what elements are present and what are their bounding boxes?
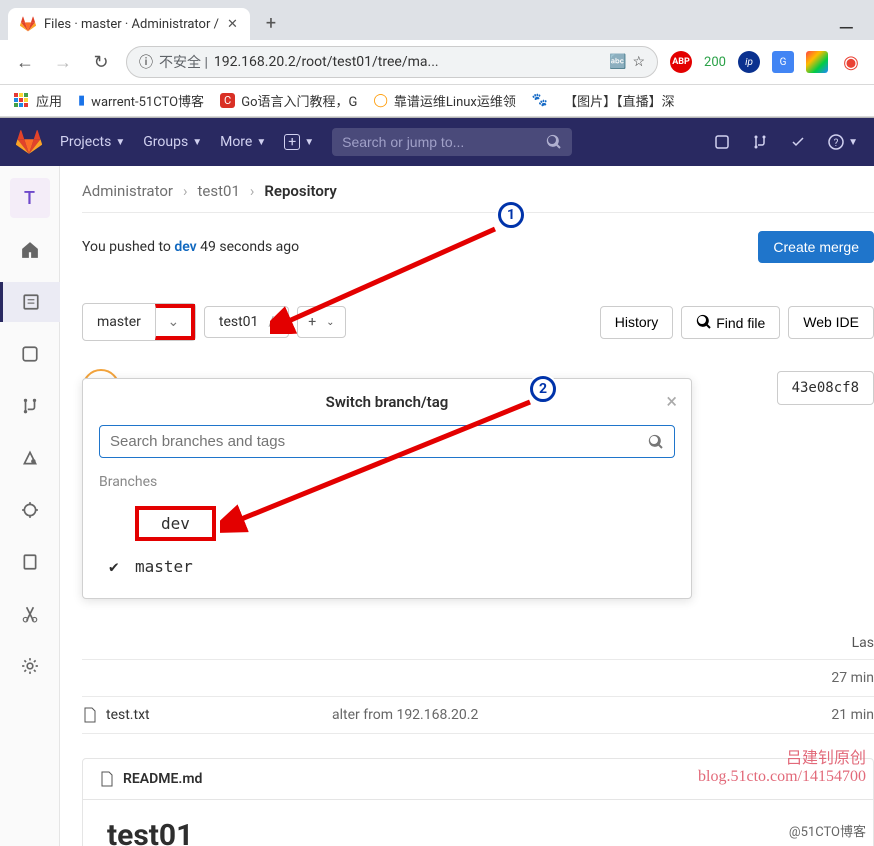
- abp-icon[interactable]: ABP: [670, 51, 692, 73]
- create-merge-button[interactable]: Create merge: [758, 231, 874, 263]
- sidebar-repository[interactable]: [0, 282, 60, 322]
- star-icon[interactable]: ☆: [632, 54, 645, 70]
- forward-button[interactable]: →: [50, 52, 76, 73]
- breadcrumb-admin[interactable]: Administrator: [82, 182, 173, 200]
- browser-chrome: Files · master · Administrator / ✕ + — ←…: [0, 0, 874, 118]
- search-icon: [648, 434, 664, 450]
- find-file-button[interactable]: Find file: [681, 306, 780, 339]
- table-row[interactable]: 27 min: [82, 660, 874, 697]
- bookmarks-bar: 应用 ▮warrent-51CTO博客 CGo语言入门教程，G ◯靠谱运维Lin…: [0, 85, 874, 117]
- sidebar-issues[interactable]: [0, 334, 60, 374]
- minimize-button[interactable]: —: [838, 16, 866, 40]
- status-200: 200: [704, 51, 726, 73]
- readme-title: test01: [107, 818, 849, 846]
- help-dropdown[interactable]: ?▼: [828, 134, 858, 150]
- translate-icon[interactable]: 🔤: [609, 54, 626, 70]
- gitlab-logo[interactable]: [16, 129, 42, 155]
- branch-label: master: [83, 314, 155, 330]
- web-ide-button[interactable]: Web IDE: [788, 306, 874, 339]
- tab-title: Files · master · Administrator /: [44, 17, 219, 32]
- sidebar-ci[interactable]: [0, 438, 60, 478]
- browser-tab[interactable]: Files · master · Administrator / ✕: [8, 8, 250, 40]
- bookmark-linux[interactable]: ◯靠谱运维Linux运维领: [373, 91, 516, 110]
- bookmark-paw[interactable]: 🐾: [532, 93, 548, 108]
- breadcrumb-current: Repository: [264, 182, 336, 200]
- watermark: 吕建钊原创 blog.51cto.com/14154700: [698, 744, 866, 786]
- merge-requests-icon[interactable]: [752, 134, 768, 150]
- nav-new[interactable]: +▼: [284, 134, 314, 150]
- ext-icon[interactable]: [806, 51, 828, 73]
- nav-groups[interactable]: Groups▼: [143, 134, 202, 150]
- sidebar-overview[interactable]: [0, 230, 60, 270]
- arrow-1: [270, 224, 500, 334]
- content-area: Administrator › test01 › Repository You …: [60, 166, 874, 846]
- reload-button[interactable]: ↻: [88, 52, 114, 73]
- sidebar-wiki[interactable]: [0, 542, 60, 582]
- annotation-2: 2: [530, 376, 556, 402]
- commit-hash[interactable]: 43e08cf8: [777, 371, 874, 405]
- info-icon: ⓘ: [139, 52, 153, 72]
- branch-dropdown[interactable]: master ⌄: [82, 303, 196, 341]
- project-avatar[interactable]: T: [10, 178, 50, 218]
- back-button[interactable]: ←: [12, 52, 38, 73]
- security-label: 不安全 |: [159, 52, 208, 72]
- bookmark-tupian[interactable]: 【图片】【直播】深: [564, 91, 675, 110]
- chrome-icon[interactable]: ◉: [840, 51, 862, 73]
- sidebar-snippets[interactable]: [0, 594, 60, 634]
- address-bar[interactable]: ⓘ 不安全 | 192.168.20.2/root/test01/tree/ma…: [126, 46, 658, 78]
- bookmark-apps[interactable]: 应用: [14, 91, 62, 110]
- breadcrumb: Administrator › test01 › Repository: [82, 182, 874, 213]
- branch-item-master[interactable]: ✔ master: [99, 549, 675, 584]
- search-input[interactable]: [342, 134, 538, 150]
- todos-icon[interactable]: [790, 134, 806, 150]
- file-icon: [99, 771, 115, 787]
- annotation-1: 1: [498, 202, 524, 228]
- svg-text:?: ?: [834, 138, 839, 149]
- table-row[interactable]: test.txt alter from 192.168.20.2 21 min: [82, 697, 874, 734]
- file-table: Las 27 min test.txt alter from 192.168.2…: [82, 627, 874, 734]
- sidebar-operations[interactable]: [0, 490, 60, 530]
- sidebar-merge-requests[interactable]: [0, 386, 60, 426]
- tab-strip: Files · master · Administrator / ✕ + —: [0, 0, 874, 40]
- close-icon[interactable]: ×: [666, 389, 677, 413]
- bookmark-go[interactable]: CGo语言入门教程，G: [220, 91, 357, 110]
- bookmark-warrent[interactable]: ▮warrent-51CTO博客: [78, 91, 204, 110]
- issues-icon[interactable]: [714, 134, 730, 150]
- chevron-down-icon: ⌄: [168, 314, 180, 330]
- gitlab-navbar: Projects▼ Groups▼ More▼ +▼ ?▼: [0, 118, 874, 166]
- branch-toggle[interactable]: ⌄: [155, 304, 195, 340]
- apps-icon: [14, 93, 30, 109]
- check-icon: ✔: [109, 557, 125, 576]
- ip-icon[interactable]: ip: [738, 51, 760, 73]
- global-search[interactable]: [332, 128, 572, 156]
- history-button[interactable]: History: [600, 306, 674, 339]
- new-tab-button[interactable]: +: [256, 7, 286, 40]
- nav-projects[interactable]: Projects▼: [60, 134, 125, 150]
- arrow-2: [220, 394, 540, 534]
- gitlab-favicon: [20, 16, 36, 32]
- breadcrumb-project[interactable]: test01: [198, 182, 240, 200]
- url-text: 192.168.20.2/root/test01/tree/ma...: [214, 54, 603, 70]
- nav-more[interactable]: More▼: [220, 134, 266, 150]
- search-icon: [546, 134, 562, 150]
- file-icon: [82, 707, 98, 723]
- push-branch-link[interactable]: dev: [174, 239, 196, 255]
- sidebar-settings[interactable]: [0, 646, 60, 686]
- project-sidebar: T: [0, 166, 60, 846]
- browser-toolbar: ← → ↻ ⓘ 不安全 | 192.168.20.2/root/test01/t…: [0, 40, 874, 85]
- search-icon: [696, 314, 712, 330]
- close-icon[interactable]: ✕: [227, 17, 238, 32]
- blog-watermark: @51CTO博客: [789, 821, 866, 840]
- gtranslate-icon[interactable]: G: [772, 51, 794, 73]
